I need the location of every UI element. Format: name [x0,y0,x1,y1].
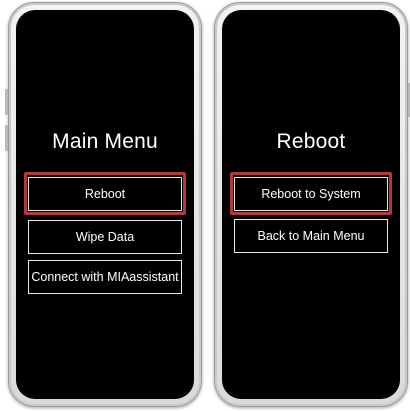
phone-reboot-menu: Reboot Reboot to System Back to Main Men… [214,2,410,407]
volume-button [5,125,8,151]
recovery-screen-reboot: Reboot Reboot to System Back to Main Men… [222,10,400,399]
reboot-to-system-button[interactable]: Reboot to System [234,177,388,211]
connect-miassistant-button[interactable]: Connect with MIAassistant [28,260,182,294]
wipe-data-button[interactable]: Wipe Data [28,220,182,254]
back-to-main-menu-button[interactable]: Back to Main Menu [234,219,388,253]
volume-button [5,89,8,115]
phone-main-menu: Main Menu Reboot Wipe Data Connect with … [5,2,202,407]
screen-title: Reboot [276,130,346,153]
reboot-button[interactable]: Reboot [28,177,182,211]
screen-title: Main Menu [52,130,158,153]
recovery-screen-main-menu: Main Menu Reboot Wipe Data Connect with … [16,10,194,399]
